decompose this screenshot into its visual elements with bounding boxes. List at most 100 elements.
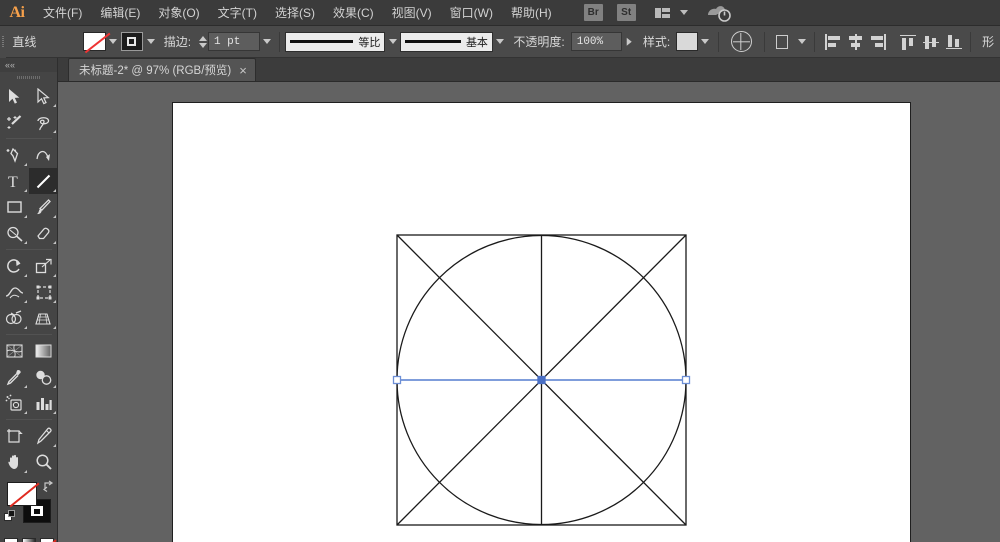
transform-chevron-down-icon[interactable]: [795, 32, 809, 51]
svg-text:T: T: [8, 174, 18, 190]
stroke-weight-input[interactable]: 1 pt: [207, 32, 260, 51]
eyedropper-tool[interactable]: [0, 364, 29, 390]
pen-tool[interactable]: [0, 142, 29, 168]
none-mode-button[interactable]: [39, 538, 54, 542]
scale-tool[interactable]: [29, 253, 58, 279]
eraser-tool[interactable]: [29, 220, 58, 246]
tool-flyout-indicator: [53, 274, 56, 277]
stock-icon[interactable]: St: [616, 4, 636, 21]
document-tab[interactable]: 未标题-2* @ 97% (RGB/预览) ×: [68, 58, 256, 81]
tools-panel: «« T: [0, 58, 58, 542]
curvature-tool[interactable]: [29, 142, 58, 168]
artboard-tool[interactable]: [0, 423, 29, 449]
profile-preview-icon: [290, 40, 354, 43]
graphic-style-swatch[interactable]: [676, 32, 699, 51]
menu-help[interactable]: 帮助(H): [502, 0, 561, 26]
canvas-area[interactable]: [58, 82, 1000, 542]
tool-flyout-indicator: [24, 411, 27, 414]
transform-document-icon[interactable]: [776, 33, 791, 51]
align-right-icon[interactable]: [868, 32, 887, 52]
shaper-tool[interactable]: [0, 220, 29, 246]
shape-label: 形: [982, 35, 995, 49]
paintbrush-tool[interactable]: [29, 194, 58, 220]
symbol-sprayer-tool[interactable]: [0, 390, 29, 416]
align-bottom-icon[interactable]: [944, 32, 963, 52]
brush-preview-icon: [404, 40, 461, 43]
width-tool[interactable]: [0, 279, 29, 305]
anchor-point-left: [392, 375, 402, 385]
menu-type[interactable]: 文字(T): [209, 0, 266, 26]
direct-selection-tool[interactable]: [29, 83, 58, 109]
gradient-tool[interactable]: [29, 338, 58, 364]
selection-tool[interactable]: [0, 83, 29, 109]
mesh-tool[interactable]: [0, 338, 29, 364]
tool-flyout-indicator: [53, 444, 56, 447]
align-left-icon[interactable]: [822, 32, 841, 52]
stroke-swatch-chevron-down-icon[interactable]: [143, 32, 157, 51]
slice-tool[interactable]: [29, 423, 58, 449]
gradient-mode-button[interactable]: [21, 538, 36, 542]
align-horizontal-center-icon[interactable]: [845, 32, 864, 52]
menu-effect[interactable]: 效果(C): [324, 0, 383, 26]
graphic-style-chevron-down-icon[interactable]: [698, 32, 712, 51]
stroke-profile-select[interactable]: 等比: [285, 31, 386, 52]
fill-color-swatch[interactable]: [83, 32, 107, 51]
workspace-switcher-icon[interactable]: [653, 4, 673, 22]
stroke-profile-chevron-down-icon[interactable]: [385, 32, 399, 51]
align-vertical-center-icon[interactable]: [921, 32, 940, 52]
type-tool[interactable]: T: [0, 168, 29, 194]
menu-select[interactable]: 选择(S): [266, 0, 324, 26]
column-graph-tool[interactable]: [29, 390, 58, 416]
menu-object[interactable]: 对象(O): [149, 0, 208, 26]
stroke-weight-stepper[interactable]: [197, 32, 208, 52]
hand-tool[interactable]: [0, 449, 29, 475]
swap-fill-stroke-icon[interactable]: [42, 479, 55, 492]
artboard[interactable]: [172, 102, 911, 542]
close-icon[interactable]: ×: [239, 64, 247, 77]
tool-flyout-indicator: [53, 215, 56, 218]
magic-wand-tool[interactable]: [0, 109, 29, 135]
opacity-chevron-right-icon[interactable]: [620, 34, 639, 48]
control-separator: [717, 31, 719, 52]
tool-flyout-indicator: [53, 326, 56, 329]
workspace-chevron-down-icon[interactable]: [679, 10, 688, 15]
illustrator-window: Ai 文件(F) 编辑(E) 对象(O) 文字(T) 选择(S) 效果(C) 视…: [0, 0, 1000, 542]
rectangle-tool[interactable]: [0, 194, 29, 220]
tools-divider: [0, 246, 58, 253]
fill-color-indicator[interactable]: [7, 482, 40, 508]
control-separator: [763, 31, 765, 52]
tool-flyout-indicator: [24, 274, 27, 277]
line-segment-tool[interactable]: [29, 168, 58, 194]
zoom-tool[interactable]: [29, 449, 58, 475]
tools-panel-grip[interactable]: [0, 72, 57, 83]
creative-cloud-icon[interactable]: [706, 3, 732, 23]
menu-edit[interactable]: 编辑(E): [91, 0, 149, 26]
recolor-artwork-icon[interactable]: [730, 31, 752, 52]
perspective-grid-tool[interactable]: [29, 305, 58, 331]
menu-view[interactable]: 视图(V): [383, 0, 441, 26]
control-separator: [970, 31, 972, 52]
opacity-input[interactable]: 100%: [570, 32, 623, 51]
control-bar-grip[interactable]: [0, 25, 7, 58]
document-tab-title: 未标题-2* @ 97% (RGB/预览): [79, 65, 232, 77]
collapse-panel-icon[interactable]: ««: [0, 58, 57, 72]
brush-definition-chevron-down-icon[interactable]: [493, 32, 507, 51]
menu-bar-right-tools: Br St: [579, 3, 732, 23]
brush-definition-select[interactable]: 基本: [399, 31, 493, 52]
menu-bar: Ai 文件(F) 编辑(E) 对象(O) 文字(T) 选择(S) 效果(C) 视…: [0, 0, 1000, 26]
menu-file[interactable]: 文件(F): [34, 0, 91, 26]
stroke-color-swatch[interactable]: [120, 32, 144, 51]
align-top-icon[interactable]: [898, 32, 917, 52]
shape-builder-tool[interactable]: [0, 305, 29, 331]
stroke-weight-chevron-down-icon[interactable]: [260, 32, 274, 51]
menu-window[interactable]: 窗口(W): [441, 0, 502, 26]
tools-divider: [0, 135, 58, 142]
blend-tool[interactable]: [29, 364, 58, 390]
bridge-icon[interactable]: Br: [583, 4, 603, 21]
free-transform-tool[interactable]: [29, 279, 58, 305]
lasso-tool[interactable]: [29, 109, 58, 135]
default-fill-stroke-icon[interactable]: [4, 510, 16, 522]
color-mode-button[interactable]: [3, 538, 18, 542]
tool-flyout-indicator: [24, 163, 27, 166]
rotate-tool[interactable]: [0, 253, 29, 279]
